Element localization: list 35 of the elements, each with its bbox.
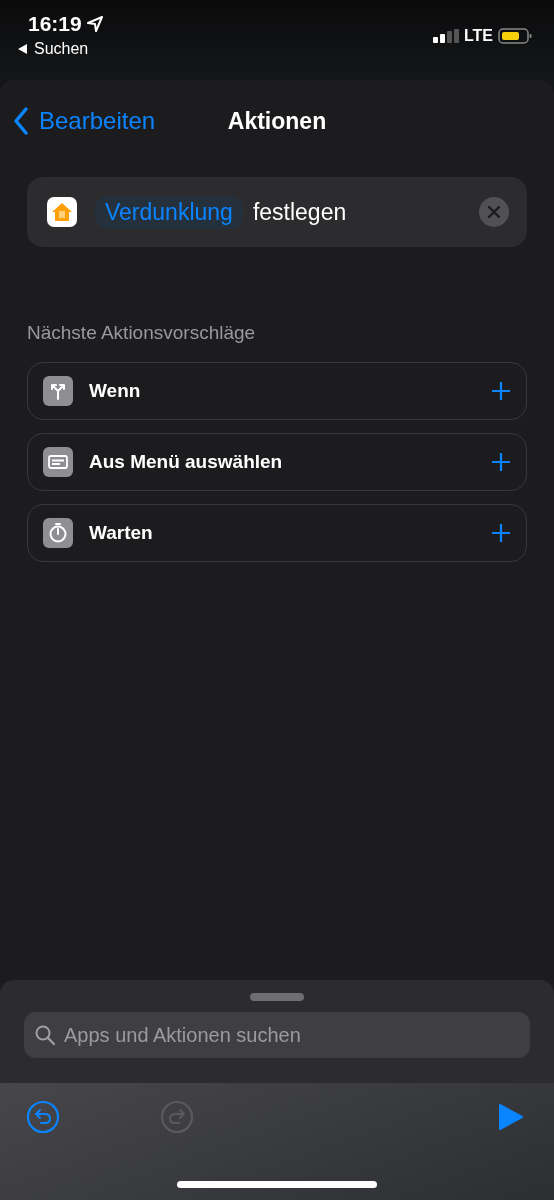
search-field[interactable]: Apps und Aktionen suchen — [24, 1012, 530, 1058]
signal-icon — [432, 29, 459, 43]
suggestion-row[interactable]: Wenn — [27, 362, 527, 420]
redo-icon — [160, 1100, 194, 1134]
play-icon — [498, 1103, 524, 1131]
network-type: LTE — [463, 27, 493, 45]
sheet-grabber[interactable] — [250, 993, 304, 1001]
branch-icon — [43, 376, 73, 406]
chevron-left-icon — [13, 107, 29, 135]
battery-icon — [498, 28, 532, 44]
close-icon — [488, 206, 500, 218]
section-heading: Nächste Aktionsvorschläge — [27, 322, 257, 344]
status-time: 16:19 — [28, 12, 82, 36]
location-arrow-icon — [85, 15, 104, 33]
add-icon[interactable] — [491, 523, 511, 543]
suggestion-row[interactable]: Warten — [27, 504, 527, 562]
close-button[interactable] — [479, 197, 509, 227]
suggestion-label: Warten — [89, 522, 154, 544]
suggestion-row[interactable]: Aus Menü auswählen — [27, 433, 527, 491]
suggestion-label: Wenn — [89, 380, 142, 402]
back-button[interactable]: Bearbeiten — [13, 107, 156, 135]
add-icon[interactable] — [491, 452, 511, 472]
suggestion-label: Aus Menü auswählen — [89, 451, 284, 473]
action-card[interactable]: Verdunklung festlegen — [27, 177, 527, 247]
back-to-app-link[interactable]: Suchen — [34, 40, 89, 58]
stopwatch-icon — [43, 518, 73, 548]
undo-button[interactable] — [24, 1098, 62, 1136]
menu-icon — [43, 447, 73, 477]
variable-token[interactable]: Verdunklung — [95, 195, 243, 229]
back-triangle-icon[interactable] — [18, 44, 28, 54]
home-app-icon — [47, 197, 77, 227]
screen-title: Aktionen — [227, 107, 327, 135]
add-icon[interactable] — [491, 381, 511, 401]
undo-icon — [26, 1100, 60, 1134]
action-verb: festlegen — [252, 198, 348, 226]
